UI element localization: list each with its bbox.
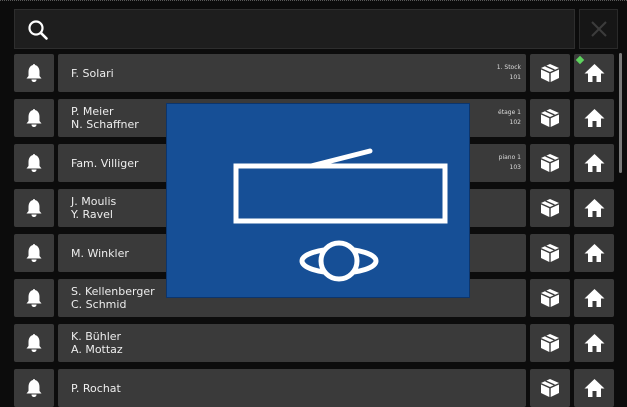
search-icon [28, 20, 48, 40]
package-icon [541, 109, 559, 127]
bell-icon [26, 244, 42, 262]
bell-icon [26, 334, 42, 352]
resident-names: K. Bühler A. Mottaz [71, 324, 123, 362]
package-icon [541, 154, 559, 172]
home-button[interactable] [574, 54, 614, 92]
bell-button[interactable] [14, 324, 54, 362]
door-open-handset-icon [233, 148, 448, 282]
bell-button[interactable] [14, 369, 54, 407]
resident-name: Y. Ravel [71, 208, 113, 221]
resident-name: F. Solari [71, 66, 114, 80]
home-icon [584, 199, 605, 217]
package-button[interactable] [530, 324, 570, 362]
resident-name-button[interactable]: F. Solari 1. Stock 101 [58, 54, 526, 92]
apartment-location: étage 1 102 [498, 99, 521, 137]
package-button[interactable] [530, 369, 570, 407]
home-button[interactable] [574, 324, 614, 362]
door-opener-overlay[interactable] [166, 103, 470, 298]
apartment-location: piano 1 103 [499, 144, 521, 182]
resident-name-button[interactable]: P. Rochat [58, 369, 526, 407]
package-icon [541, 244, 559, 262]
package-icon [541, 64, 559, 82]
package-button[interactable] [530, 234, 570, 272]
home-icon [584, 154, 605, 172]
apartment-number: 103 [509, 164, 521, 171]
bell-icon [26, 379, 42, 397]
package-icon [541, 334, 559, 352]
resident-name: N. Schaffner [71, 118, 139, 131]
resident-name: J. Moulis [71, 195, 117, 208]
resident-names: S. Kellenberger C. Schmid [71, 279, 155, 317]
home-button[interactable] [574, 279, 614, 317]
close-button[interactable] [579, 9, 618, 49]
resident-names: F. Solari [71, 54, 114, 92]
package-button[interactable] [530, 189, 570, 227]
resident-names: P. Rochat [71, 369, 121, 407]
scrollbar[interactable] [619, 53, 622, 173]
bell-icon [26, 289, 42, 307]
resident-row: P. Rochat [14, 369, 614, 407]
resident-name: Fam. Villiger [71, 156, 139, 170]
resident-names: P. Meier N. Schaffner [71, 99, 139, 137]
bell-icon [26, 64, 42, 82]
home-icon [584, 379, 605, 397]
bell-icon [26, 109, 42, 127]
bell-button[interactable] [14, 234, 54, 272]
package-icon [541, 289, 559, 307]
package-button[interactable] [530, 279, 570, 317]
app-frame: F. Solari 1. Stock 101 P. Meier N. Schaffner… [0, 0, 627, 407]
home-button[interactable] [574, 369, 614, 407]
search-input[interactable] [14, 9, 575, 49]
home-button[interactable] [574, 99, 614, 137]
bell-icon [26, 199, 42, 217]
resident-names: J. Moulis Y. Ravel [71, 189, 116, 227]
resident-name: M. Winkler [71, 246, 129, 260]
floor-label: 1. Stock [496, 64, 521, 71]
resident-name: C. Schmid [71, 298, 127, 311]
resident-row: F. Solari 1. Stock 101 [14, 54, 614, 92]
home-icon [584, 289, 605, 307]
home-icon [584, 109, 605, 127]
apartment-location: 1. Stock 101 [497, 54, 521, 92]
resident-names: Fam. Villiger [71, 144, 139, 182]
home-icon [584, 244, 605, 262]
apartment-number: 101 [509, 74, 521, 81]
floor-label: piano 1 [498, 154, 521, 161]
resident-row: K. Bühler A. Mottaz [14, 324, 614, 362]
resident-names: M. Winkler [71, 234, 129, 272]
package-icon [541, 379, 559, 397]
package-button[interactable] [530, 54, 570, 92]
home-button[interactable] [574, 189, 614, 227]
package-icon [541, 199, 559, 217]
floor-label: étage 1 [498, 109, 521, 116]
bell-button[interactable] [14, 279, 54, 317]
bell-button[interactable] [14, 54, 54, 92]
bell-button[interactable] [14, 99, 54, 137]
home-icon [584, 334, 605, 352]
online-status-indicator [575, 55, 585, 65]
home-button[interactable] [574, 234, 614, 272]
resident-name: P. Meier [71, 105, 114, 118]
package-button[interactable] [530, 144, 570, 182]
home-button[interactable] [574, 144, 614, 182]
package-button[interactable] [530, 99, 570, 137]
bell-icon [26, 154, 42, 172]
resident-name: P. Rochat [71, 381, 121, 395]
close-icon [591, 21, 607, 37]
resident-name: A. Mottaz [71, 343, 123, 356]
resident-name: K. Bühler [71, 330, 122, 343]
home-icon [584, 64, 605, 82]
apartment-number: 102 [509, 119, 521, 126]
bell-button[interactable] [14, 189, 54, 227]
top-bar [14, 9, 618, 49]
resident-name: S. Kellenberger [71, 285, 155, 298]
bell-button[interactable] [14, 144, 54, 182]
resident-name-button[interactable]: K. Bühler A. Mottaz [58, 324, 526, 362]
